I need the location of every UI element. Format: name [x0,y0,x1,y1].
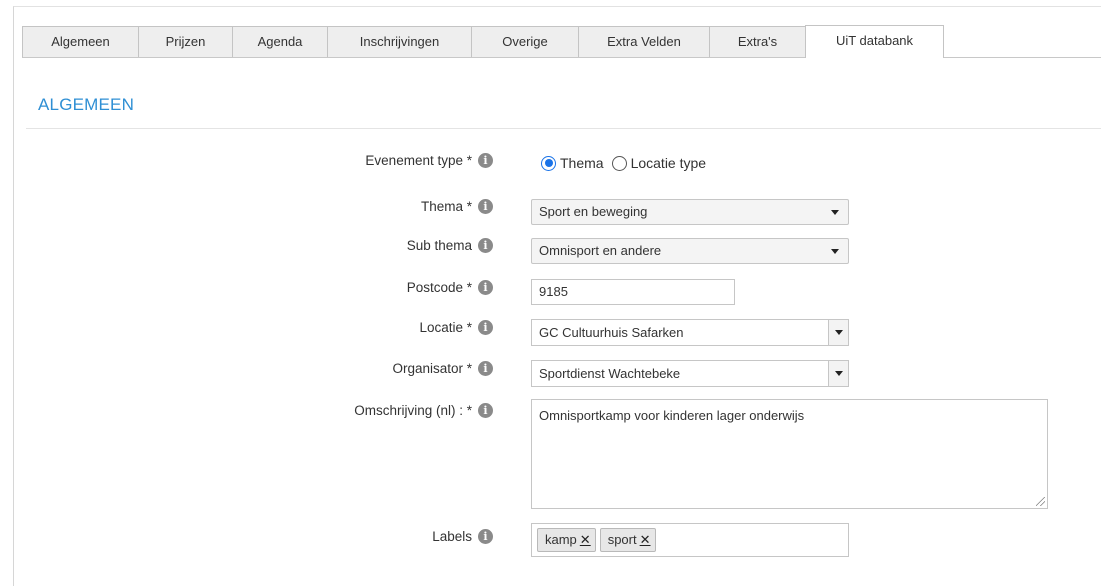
tag-sport: sport ✕ [599,528,656,552]
radio-locatie-type-label[interactable]: Locatie type [631,155,707,171]
labels-tag-input[interactable]: kamp ✕ sport ✕ [531,523,849,557]
locatie-label: Locatie * [419,320,472,335]
event-type-radio-group: Thema Locatie type [541,155,706,171]
sub-thema-select[interactable]: Omnisport en andere [531,238,849,264]
postcode-label-row: Postcode * i [407,280,493,295]
radio-thema-label[interactable]: Thema [560,155,604,171]
section-title: ALGEMEEN [38,95,135,114]
resize-grip-icon[interactable] [1036,497,1045,506]
tag-kamp: kamp ✕ [537,528,596,552]
close-icon[interactable]: ✕ [580,533,591,547]
locatie-label-row: Locatie * i [419,320,493,335]
radio-locatie-type[interactable] [611,155,627,171]
thema-select-value: Sport en beweging [539,204,648,219]
omschrijving-label-row: Omschrijving (nl) : * i [354,403,493,418]
sub-thema-label: Sub thema [406,238,472,253]
info-icon[interactable]: i [478,320,493,335]
info-icon[interactable]: i [478,280,493,295]
labels-label-row: Labels i [432,529,493,544]
info-icon[interactable]: i [478,199,493,214]
tab-algemeen[interactable]: Algemeen [22,26,139,57]
organisator-combobox[interactable]: Sportdienst Wachtebeke [531,360,849,387]
info-icon[interactable]: i [478,238,493,253]
info-icon[interactable]: i [478,403,493,418]
organisator-label: Organisator * [392,361,472,376]
omschrijving-label: Omschrijving (nl) : * [354,403,472,418]
omschrijving-textarea[interactable]: Omnisportkamp voor kinderen lager onderw… [531,399,1048,509]
omschrijving-textarea-value: Omnisportkamp voor kinderen lager onderw… [539,408,805,423]
chevron-down-icon [835,371,843,376]
tab-inschrijvingen[interactable]: Inschrijvingen [327,26,472,57]
sub-thema-label-row: Sub thema i [407,238,493,253]
chevron-down-icon [831,249,839,254]
close-icon[interactable]: ✕ [640,533,651,547]
thema-label: Thema * [420,199,472,214]
organisator-dropdown-button[interactable] [828,361,848,386]
postcode-input-value: 9185 [539,284,568,299]
tab-prijzen[interactable]: Prijzen [138,26,233,57]
radio-thema[interactable] [541,155,556,171]
tab-extra-velden[interactable]: Extra Velden [578,26,710,57]
tag-label: sport [607,532,637,547]
thema-label-row: Thema * i [421,199,493,214]
thema-select[interactable]: Sport en beweging [531,199,849,225]
info-icon[interactable]: i [478,361,493,376]
locatie-combobox-value: GC Cultuurhuis Safarken [539,325,684,340]
info-icon[interactable]: i [478,153,493,168]
event-type-label-row: Evenement type * i [365,153,493,168]
tab-agenda[interactable]: Agenda [232,26,328,57]
sub-thema-select-value: Omnisport en andere [539,243,662,258]
tab-bar: Algemeen Prijzen Agenda Inschrijvingen O… [22,25,1101,58]
tab-extras[interactable]: Extra's [709,26,806,57]
postcode-input[interactable]: 9185 [531,279,735,305]
tab-uit-databank[interactable]: UiT databank [805,25,944,58]
chevron-down-icon [835,330,843,335]
organisator-label-row: Organisator * i [392,361,493,376]
tab-overige[interactable]: Overige [471,26,579,57]
section-divider [26,128,1101,129]
locatie-combobox[interactable]: GC Cultuurhuis Safarken [531,319,849,346]
postcode-label: Postcode * [406,280,472,295]
organisator-combobox-value: Sportdienst Wachtebeke [539,366,681,381]
info-icon[interactable]: i [478,529,493,544]
locatie-dropdown-button[interactable] [828,320,848,345]
tag-label: kamp [545,532,577,547]
labels-label: Labels [432,529,472,544]
chevron-down-icon [831,210,839,215]
event-type-label: Evenement type * [365,153,472,168]
